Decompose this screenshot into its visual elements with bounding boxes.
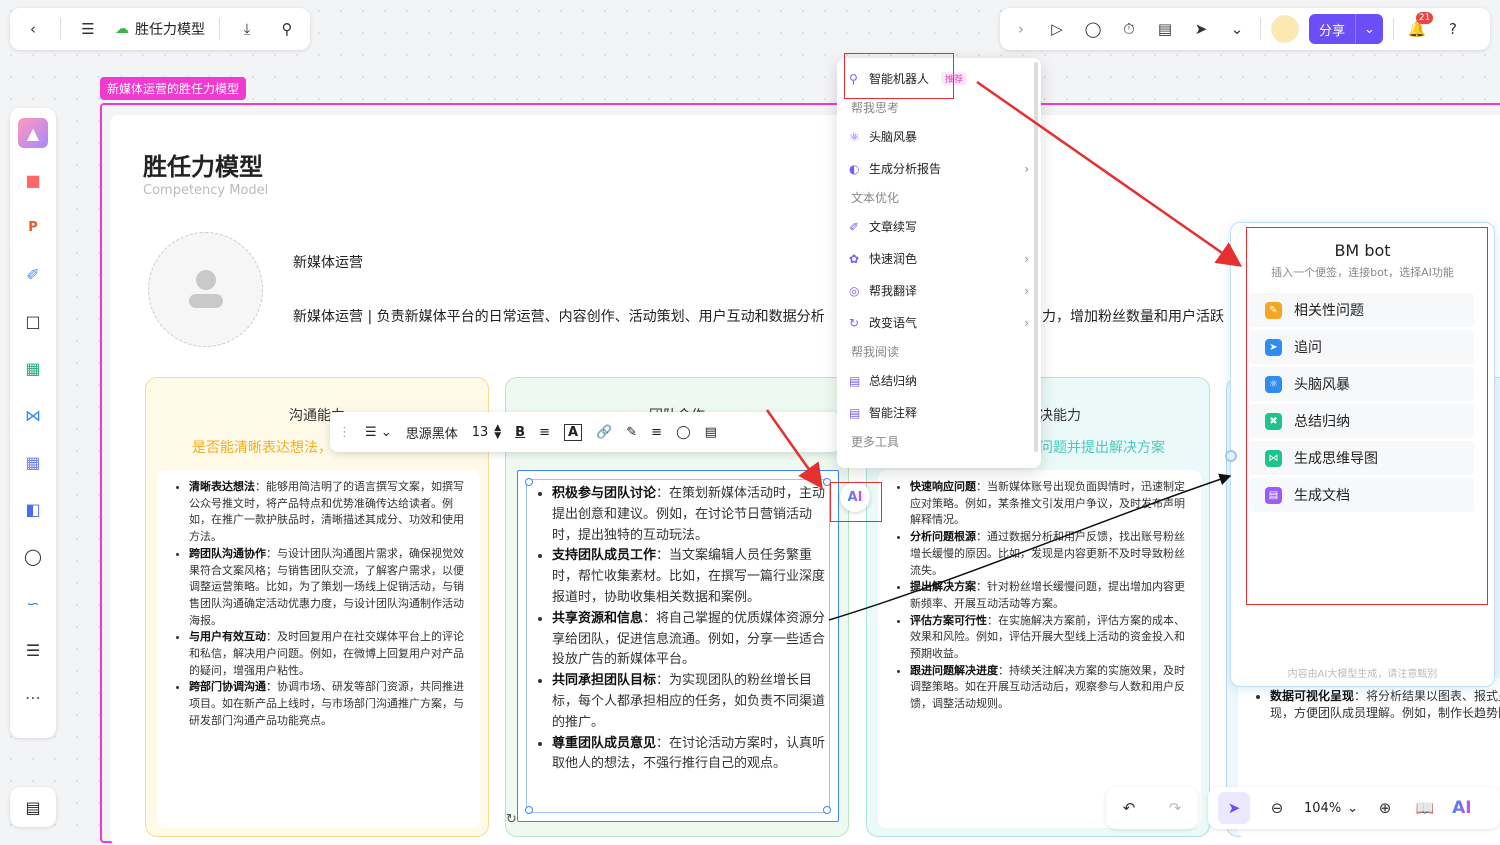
redo-icon[interactable]: ↷	[1162, 795, 1188, 821]
connector-line	[828, 473, 1232, 621]
undo-icon[interactable]: ↶	[1116, 795, 1142, 821]
book-icon[interactable]: 📖	[1412, 795, 1438, 821]
ai-logo-icon[interactable]: AI	[1452, 798, 1471, 818]
zoom-out-icon[interactable]: ⊖	[1264, 795, 1290, 821]
select-cursor-icon[interactable]: ➤	[1218, 792, 1250, 824]
red-arrow	[765, 409, 823, 490]
zoom-level[interactable]: 104%	[1304, 801, 1341, 816]
red-arrow	[976, 80, 1243, 267]
annotation-arrows	[765, 80, 1243, 621]
history-toolbar: ↶ ↷	[1106, 787, 1198, 829]
chevron-down-icon[interactable]: ⌄	[1347, 801, 1358, 816]
zoom-in-icon[interactable]: ⊕	[1372, 795, 1398, 821]
zoom-toolbar: ➤ ⊖ 104% ⌄ ⊕ 📖 AI	[1208, 787, 1500, 829]
